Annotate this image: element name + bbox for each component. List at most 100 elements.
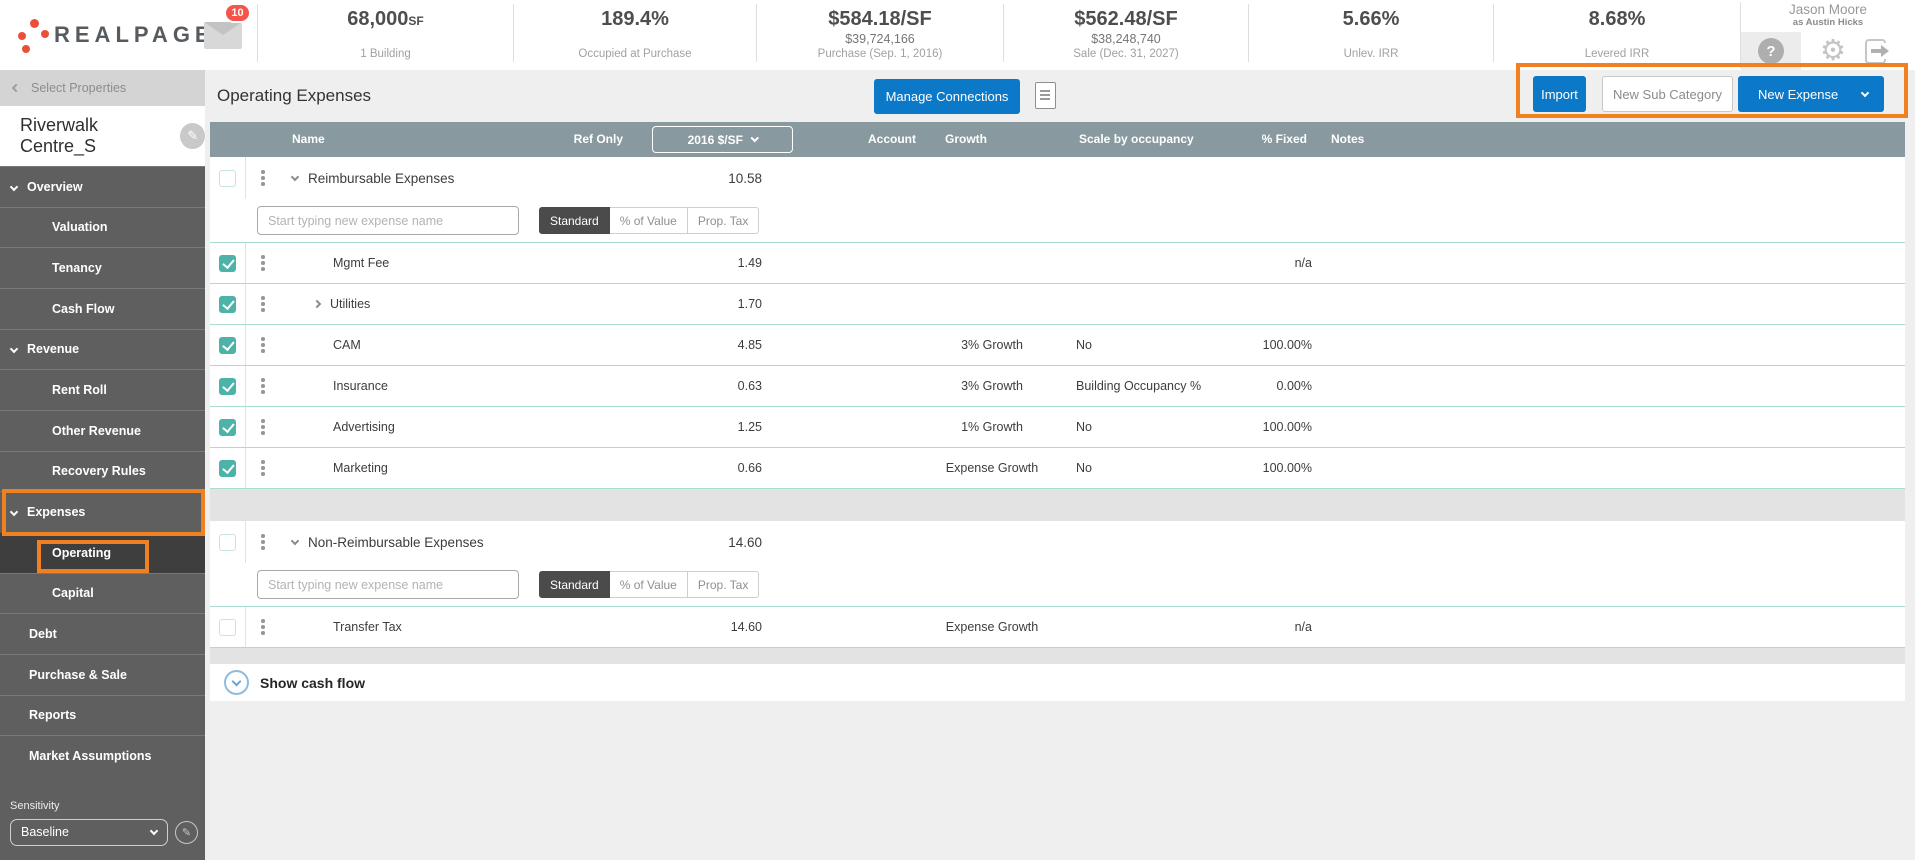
- sidebar-item-debt[interactable]: Debt: [0, 613, 205, 654]
- sidebar-item-reports[interactable]: Reports: [0, 694, 205, 736]
- new-expense-input[interactable]: [257, 206, 519, 235]
- type-standard-button[interactable]: Standard: [539, 571, 610, 598]
- type-prop-tax-button[interactable]: Prop. Tax: [687, 207, 760, 234]
- unit-selector-dropdown[interactable]: 2016 $/SF: [652, 126, 793, 153]
- kpi-purchase-label: Purchase (Sep. 1, 2016): [817, 48, 943, 60]
- help-button[interactable]: ?: [1741, 32, 1801, 70]
- sensitivity-select[interactable]: Baseline: [10, 818, 168, 846]
- sidebar-item-overview[interactable]: Overview: [0, 166, 205, 207]
- expand-chevron-icon[interactable]: [312, 299, 322, 309]
- chevron-down-icon: [1860, 88, 1870, 98]
- sidebar-item-revenue[interactable]: Revenue: [0, 328, 205, 370]
- expense-scale[interactable]: Building Occupancy %: [1072, 366, 1232, 406]
- kebab-menu-icon[interactable]: [261, 619, 265, 635]
- expense-growth[interactable]: 1% Growth: [912, 407, 1072, 447]
- kpi-levered-irr-label: Levered IRR: [1584, 48, 1650, 60]
- inbox-envelope-icon[interactable]: [204, 22, 242, 49]
- sidebar-item-capital[interactable]: Capital: [0, 572, 205, 614]
- row-checkbox[interactable]: [219, 418, 236, 436]
- section-name[interactable]: Non-Reimbursable Expenses: [308, 535, 484, 550]
- expense-name[interactable]: Mgmt Fee: [280, 243, 630, 283]
- document-icon[interactable]: [1035, 82, 1056, 109]
- row-checkbox[interactable]: [219, 533, 236, 551]
- kpi-occupied: 189.4% Occupied at Purchase: [513, 4, 756, 62]
- kebab-menu-icon[interactable]: [261, 170, 265, 186]
- row-checkbox[interactable]: [219, 459, 236, 477]
- col-header-name: Name: [292, 132, 325, 146]
- row-checkbox[interactable]: [219, 377, 236, 395]
- expense-growth[interactable]: Expense Growth: [912, 607, 1072, 647]
- row-checkbox[interactable]: [219, 336, 236, 354]
- expense-growth[interactable]: 3% Growth: [912, 366, 1072, 406]
- expense-name[interactable]: CAM: [280, 325, 630, 365]
- row-checkbox[interactable]: [219, 254, 236, 272]
- sidebar-item-rent-roll[interactable]: Rent Roll: [0, 369, 205, 410]
- sidebar-item-operating[interactable]: Operating: [0, 531, 205, 573]
- sidebar-item-expenses[interactable]: Expenses: [0, 491, 205, 532]
- expense-value[interactable]: 1.25: [630, 407, 762, 447]
- type-prop-tax-button[interactable]: Prop. Tax: [687, 571, 760, 598]
- sidebar-item-recovery-rules[interactable]: Recovery Rules: [0, 450, 205, 492]
- expense-value[interactable]: 14.60: [630, 607, 762, 647]
- expense-fixed[interactable]: 100.00%: [1232, 407, 1312, 447]
- edit-property-pencil-icon[interactable]: ✎: [180, 123, 205, 149]
- collapse-chevron-icon[interactable]: [290, 172, 300, 182]
- expense-value[interactable]: 0.66: [630, 448, 762, 488]
- manage-connections-button[interactable]: Manage Connections: [874, 79, 1020, 114]
- expense-growth[interactable]: 3% Growth: [912, 325, 1072, 365]
- show-cash-flow-label[interactable]: Show cash flow: [260, 675, 365, 691]
- kebab-menu-icon[interactable]: [261, 460, 265, 476]
- expense-scale[interactable]: No: [1072, 325, 1232, 365]
- row-checkbox[interactable]: [219, 295, 236, 313]
- row-checkbox[interactable]: [219, 618, 236, 636]
- select-properties-back[interactable]: Select Properties: [0, 70, 205, 106]
- section-name[interactable]: Reimbursable Expenses: [308, 171, 454, 186]
- chevron-down-icon: [9, 182, 19, 192]
- kpi-occupied-value: 189.4%: [601, 8, 669, 30]
- type-percent-of-value-button[interactable]: % of Value: [609, 571, 688, 598]
- kebab-menu-icon[interactable]: [261, 337, 265, 353]
- expense-value[interactable]: 1.70: [630, 284, 762, 324]
- edit-sensitivity-pencil-icon[interactable]: ✎: [175, 820, 198, 844]
- expense-value[interactable]: 4.85: [630, 325, 762, 365]
- kpi-sale-sub: $38,248,740: [1091, 31, 1161, 46]
- kebab-menu-icon[interactable]: [261, 378, 265, 394]
- sidebar-item-cash-flow[interactable]: Cash Flow: [0, 287, 205, 329]
- kebab-menu-icon[interactable]: [261, 255, 265, 271]
- expense-name[interactable]: Transfer Tax: [280, 607, 630, 647]
- expense-value[interactable]: 1.49: [630, 243, 762, 283]
- expense-name[interactable]: Insurance: [280, 366, 630, 406]
- sidebar-item-market-assumptions[interactable]: Market Assumptions: [0, 735, 205, 776]
- sidebar-item-tenancy[interactable]: Tenancy: [0, 247, 205, 288]
- expense-fixed[interactable]: 100.00%: [1232, 325, 1312, 365]
- expense-scale[interactable]: No: [1072, 448, 1232, 488]
- new-expense-row: Standard % of Value Prop. Tax: [210, 563, 1905, 607]
- new-expense-button[interactable]: New Expense: [1738, 76, 1884, 112]
- logout-icon[interactable]: [1865, 38, 1889, 64]
- expense-fixed[interactable]: 0.00%: [1232, 366, 1312, 406]
- expense-name[interactable]: Advertising: [280, 407, 630, 447]
- expense-scale[interactable]: No: [1072, 407, 1232, 447]
- sidebar-item-purchase-sale[interactable]: Purchase & Sale: [0, 653, 205, 695]
- row-checkbox[interactable]: [219, 169, 236, 187]
- type-percent-of-value-button[interactable]: % of Value: [609, 207, 688, 234]
- collapse-chevron-icon[interactable]: [290, 536, 300, 546]
- sidebar-item-valuation[interactable]: Valuation: [0, 206, 205, 248]
- show-cash-flow-chevron-icon[interactable]: [224, 670, 249, 695]
- expense-fixed[interactable]: 100.00%: [1232, 448, 1312, 488]
- settings-gear-icon[interactable]: ⚙: [1801, 32, 1865, 70]
- expense-value[interactable]: 0.63: [630, 366, 762, 406]
- kebab-menu-icon[interactable]: [261, 534, 265, 550]
- kebab-menu-icon[interactable]: [261, 419, 265, 435]
- new-expense-input[interactable]: [257, 570, 519, 599]
- expense-name[interactable]: Marketing: [280, 448, 630, 488]
- type-standard-button[interactable]: Standard: [539, 207, 610, 234]
- import-button[interactable]: Import: [1533, 76, 1586, 112]
- new-sub-category-button[interactable]: New Sub Category: [1602, 76, 1733, 112]
- chevron-down-icon: [750, 134, 759, 142]
- expense-name[interactable]: Utilities: [330, 297, 370, 311]
- sidebar-item-other-revenue[interactable]: Other Revenue: [0, 409, 205, 451]
- kebab-menu-icon[interactable]: [261, 296, 265, 312]
- table-row-advertising: Advertising 1.25 1% Growth No 100.00%: [210, 407, 1905, 448]
- expense-growth[interactable]: Expense Growth: [912, 448, 1072, 488]
